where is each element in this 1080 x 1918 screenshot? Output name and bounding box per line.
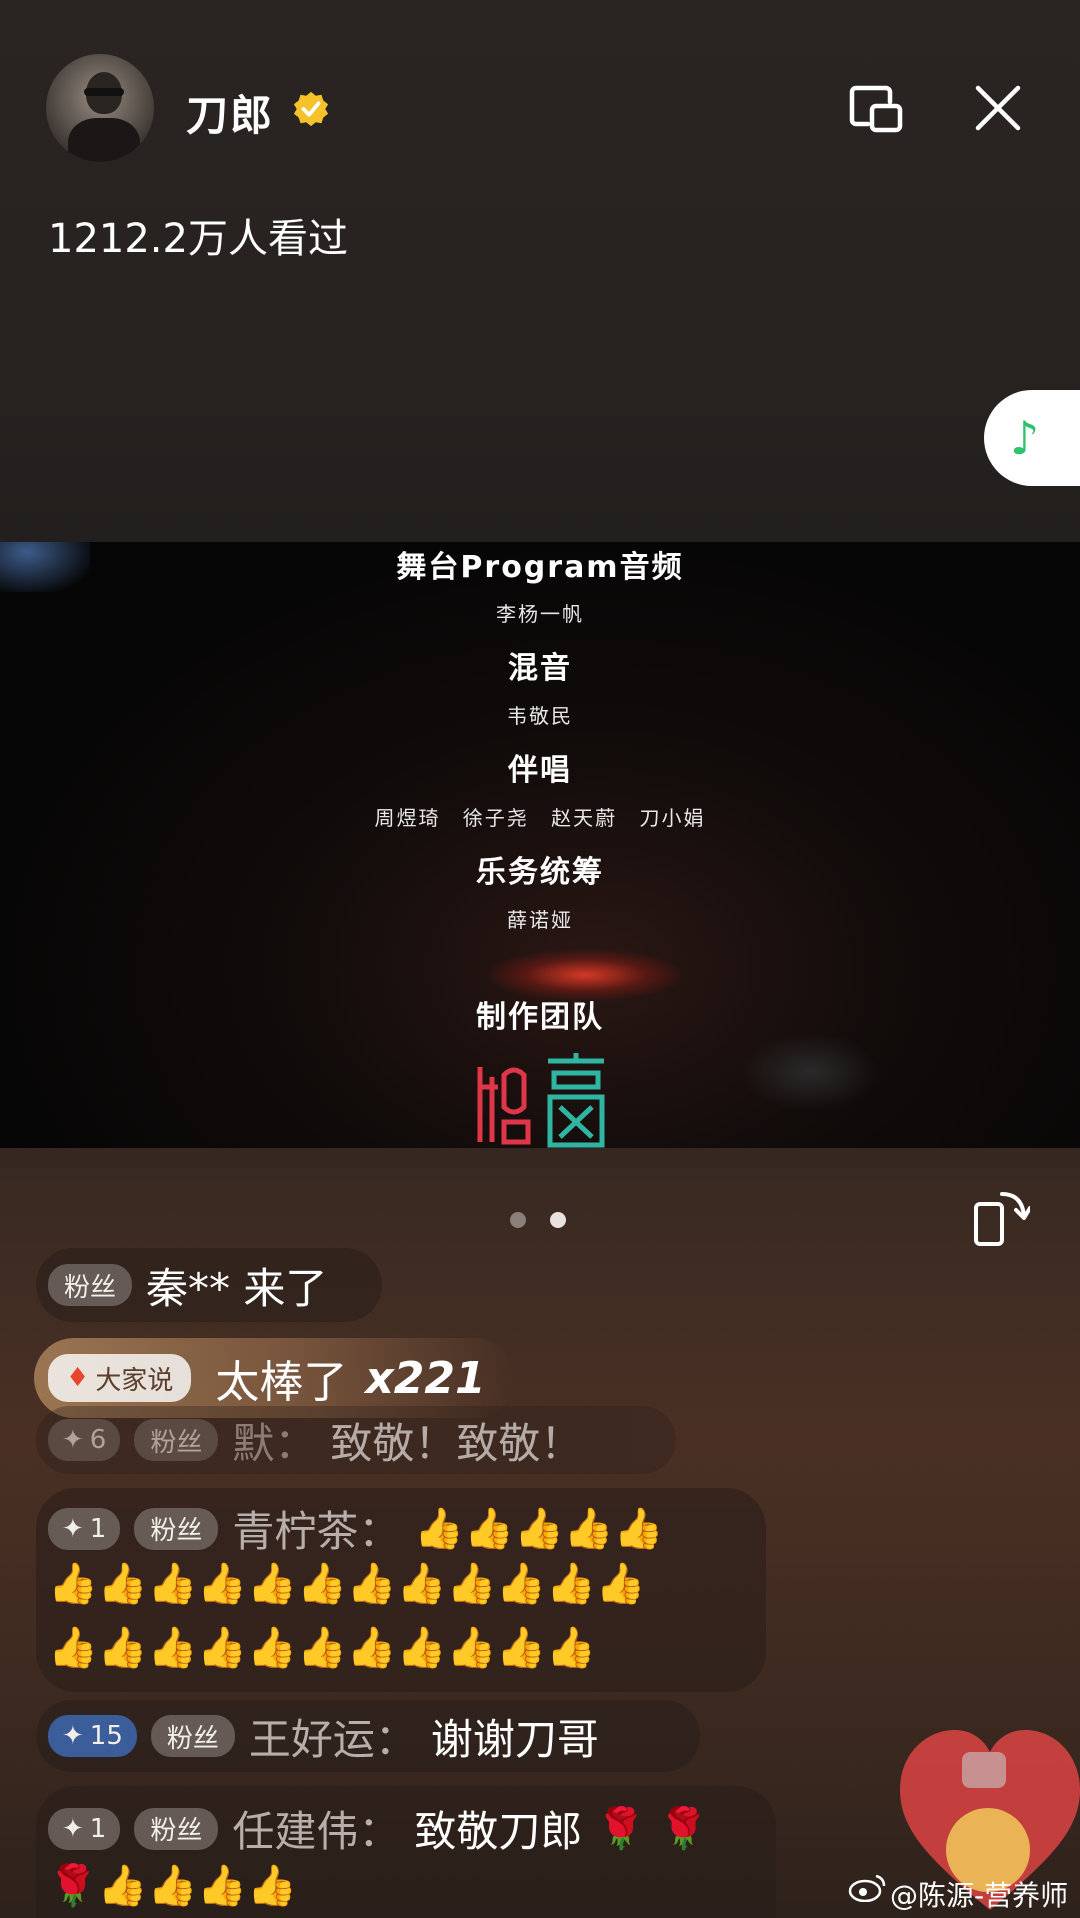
chat-message: ✦ 15 粉丝 王好运： 谢谢刀哥 xyxy=(36,1700,700,1772)
entrance-text: 秦** 来了 xyxy=(146,1263,328,1313)
credit-role: 混音 xyxy=(508,651,572,686)
credit-names: 周煜琦 徐子尧 赵天蔚 刀小娟 xyxy=(374,806,706,830)
viewer-count: 1212.2万人看过 xyxy=(48,216,348,262)
sparkle-icon: ✦ xyxy=(62,1813,84,1844)
level-badge: ✦ 6 xyxy=(48,1419,121,1461)
thumbs-up-emoji: 👍👍👍👍👍👍👍👍👍👍👍👍 xyxy=(48,1561,646,1607)
sparkle-icon: ✦ xyxy=(62,1513,84,1544)
level-badge: ✦ 15 xyxy=(48,1715,137,1757)
everyone-says-label: 大家说 xyxy=(95,1365,174,1396)
stage-equipment xyxy=(740,1032,880,1112)
streamer-avatar[interactable] xyxy=(46,54,154,162)
show-logo xyxy=(477,1053,605,1148)
highlight-text: 太棒了 xyxy=(215,1357,348,1408)
carousel-pager xyxy=(510,1212,566,1228)
music-button[interactable]: ♪ xyxy=(984,390,1080,486)
picture-in-picture-icon[interactable] xyxy=(846,80,906,136)
level-badge: ✦ 1 xyxy=(48,1507,121,1550)
streamer-name[interactable]: 刀郎 xyxy=(186,82,274,143)
level-value: 15 xyxy=(89,1721,123,1751)
credit-names: 韦敬民 xyxy=(507,704,573,728)
level-value: 6 xyxy=(89,1425,107,1455)
pager-dot-active[interactable] xyxy=(550,1212,566,1228)
chat-username[interactable]: 任建伟： xyxy=(232,1798,400,1859)
close-icon[interactable] xyxy=(970,80,1026,136)
level-value: 1 xyxy=(89,1513,107,1544)
chat-message: ✦ 1 粉丝 任建伟： 致敬刀郎 🌹 🌹 🌹👍👍👍👍 xyxy=(36,1786,776,1918)
chat-text: 致敬刀郎 xyxy=(414,1807,583,1856)
thumbs-up-emoji: 👍👍👍👍👍👍👍👍👍👍👍 xyxy=(48,1625,596,1671)
video-player[interactable]: 舞台Program音频 李杨一帆 混音 韦敬民 伴唱 周煜琦 徐子尧 赵天蔚 刀… xyxy=(0,542,1080,1148)
fan-badge: 粉丝 xyxy=(134,1507,219,1550)
chat-username[interactable]: 王好运： xyxy=(249,1706,417,1767)
fan-badge: 粉丝 xyxy=(48,1264,133,1306)
sparkle-icon: ✦ xyxy=(62,1721,84,1751)
chat-entrance-notice: 粉丝 秦** 来了 xyxy=(36,1248,382,1322)
fan-badge: 粉丝 xyxy=(150,1715,235,1757)
chat-text: 谢谢刀哥 xyxy=(430,1714,599,1764)
credit-names: 李杨一帆 xyxy=(496,602,584,626)
music-note-icon: ♪ xyxy=(1010,411,1040,465)
avatar-glasses xyxy=(84,88,124,96)
fan-badge: 粉丝 xyxy=(134,1419,219,1461)
avatar-body xyxy=(68,118,140,162)
chat-message: ✦ 1 粉丝 青柠茶： 👍👍👍👍👍 👍👍👍👍👍👍👍👍👍👍👍👍 👍👍👍👍👍👍👍👍👍👍… xyxy=(36,1488,766,1692)
credit-role: 制作团队 xyxy=(476,1000,604,1035)
pager-dot[interactable] xyxy=(510,1212,526,1228)
level-badge: ✦ 1 xyxy=(48,1807,121,1850)
chat-username[interactable]: 默： xyxy=(232,1410,316,1471)
chat-text: 致敬！致敬！ xyxy=(330,1418,583,1468)
sparkle-icon: ✦ xyxy=(62,1425,84,1455)
everyone-says-badge: ♦ 大家说 xyxy=(48,1354,192,1402)
fan-badge: 粉丝 xyxy=(134,1807,219,1850)
chat-username[interactable]: 青柠茶： xyxy=(232,1498,400,1559)
highlight-count: x221 xyxy=(365,1352,486,1404)
weibo-logo-icon xyxy=(848,1874,886,1902)
thumbs-up-emoji: 👍👍👍👍👍 xyxy=(414,1505,664,1552)
watermark-text: @陈源-营养师 xyxy=(890,1879,1069,1912)
fire-icon: ♦ xyxy=(66,1363,90,1393)
chat-message: ✦ 6 粉丝 默： 致敬！致敬！ xyxy=(36,1406,676,1474)
credit-names: 薛诺娅 xyxy=(507,908,573,932)
level-value: 1 xyxy=(89,1813,107,1844)
rose-thumbs-emoji: 🌹👍👍👍👍 xyxy=(48,1863,298,1909)
rose-emoji: 🌹 🌹 xyxy=(596,1805,709,1852)
credit-role: 乐务统筹 xyxy=(476,855,604,890)
credit-role: 舞台Program音频 xyxy=(396,550,684,585)
verified-icon xyxy=(293,91,329,127)
rotate-screen-icon[interactable] xyxy=(972,1186,1030,1248)
credit-role: 伴唱 xyxy=(508,753,572,788)
